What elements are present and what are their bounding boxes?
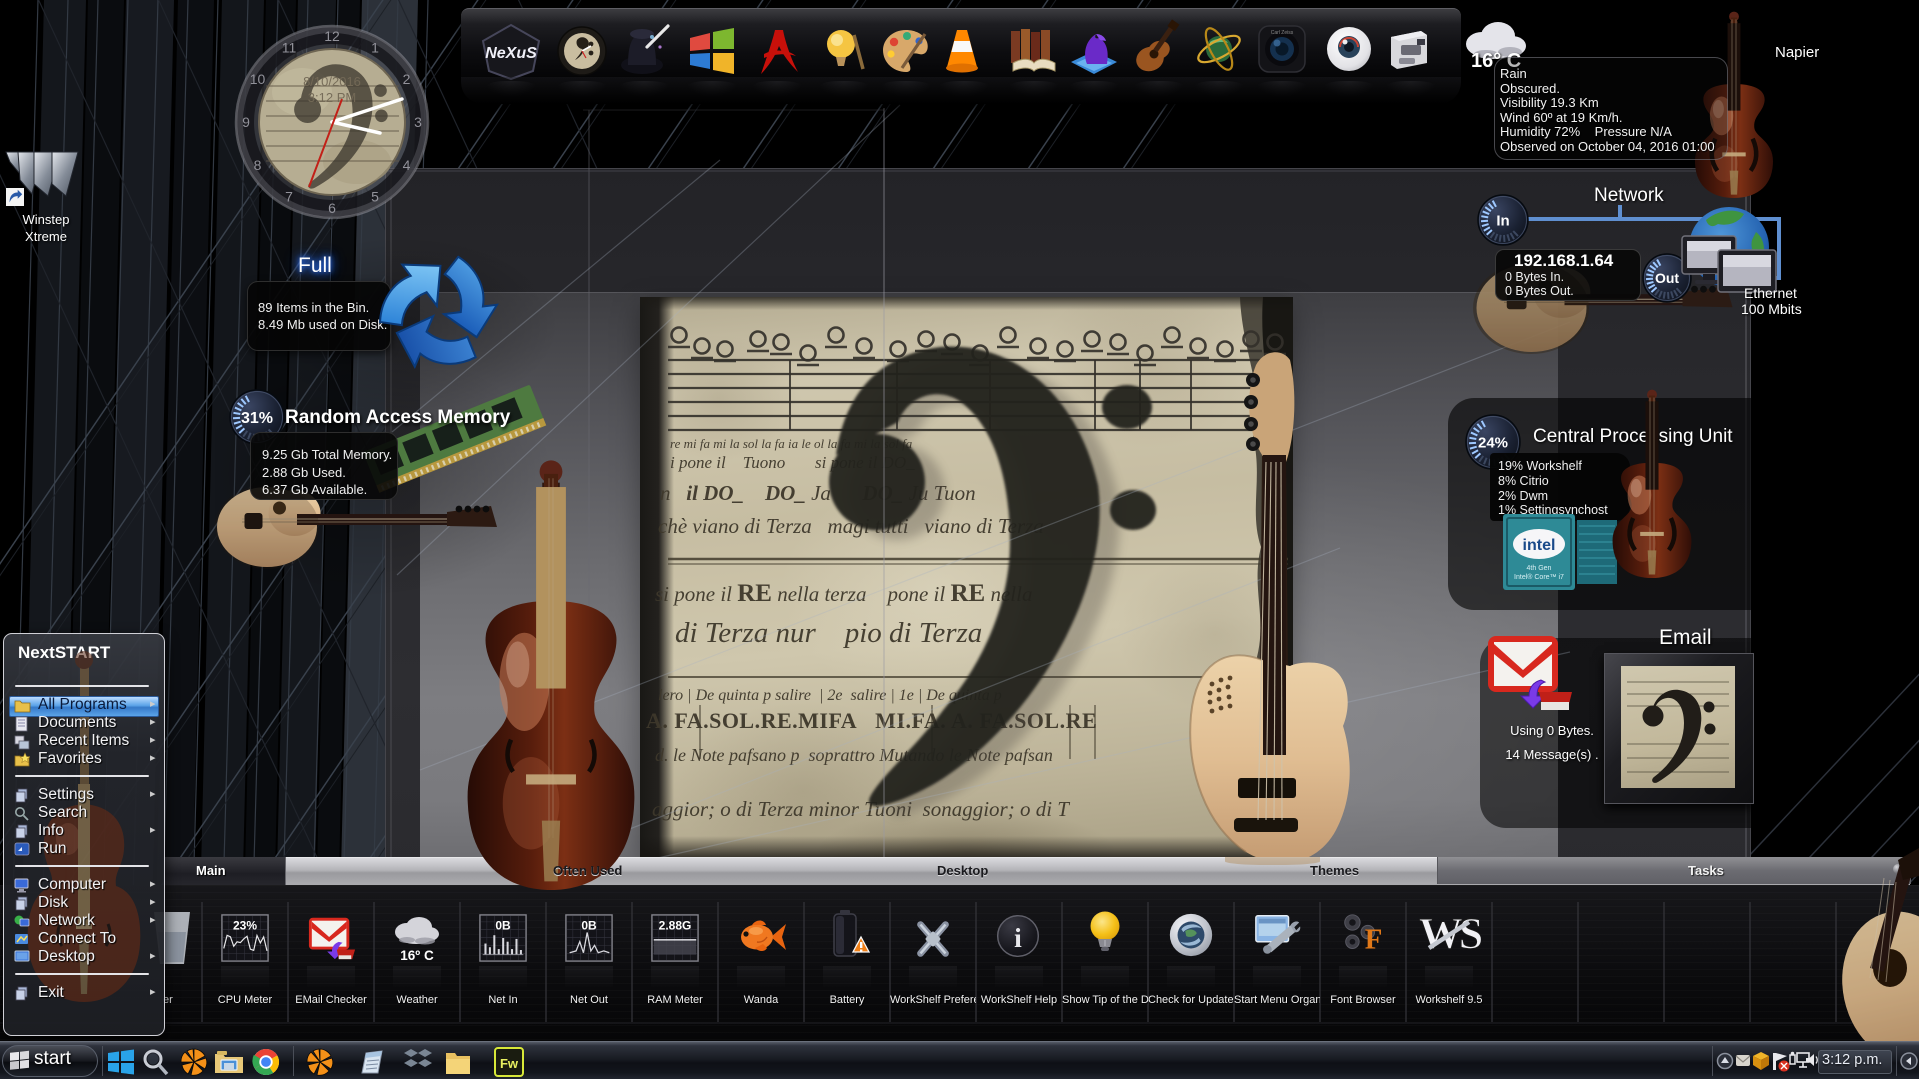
svg-text:2: 2 [403, 71, 411, 87]
svg-text:Carl Zeiss: Carl Zeiss [1271, 30, 1294, 36]
svg-text:12: 12 [324, 28, 340, 44]
svg-text:10: 10 [250, 71, 266, 87]
svg-text:31%: 31% [241, 410, 273, 427]
svg-text:i: i [1014, 922, 1022, 953]
svg-text:24%: 24% [1478, 434, 1508, 451]
svg-text:5: 5 [371, 189, 379, 205]
svg-text:1: 1 [371, 40, 379, 56]
svg-text:In: In [1496, 212, 1509, 229]
svg-text:4: 4 [403, 157, 411, 173]
svg-text:3: 3 [414, 114, 422, 130]
svg-text:NeXuS: NeXuS [485, 45, 537, 62]
svg-text:23%: 23% [233, 919, 257, 933]
svg-text:6: 6 [328, 200, 336, 216]
svg-text:Intel® Core™ i7: Intel® Core™ i7 [1514, 573, 1564, 581]
svg-text:16º C: 16º C [400, 948, 434, 963]
svg-text:0B: 0B [581, 919, 597, 933]
svg-text:7: 7 [285, 189, 293, 205]
svg-text:8: 8 [254, 157, 262, 173]
svg-text:9: 9 [242, 114, 250, 130]
svg-text:F: F [1365, 923, 1383, 955]
svg-text:0B: 0B [495, 919, 511, 933]
svg-text:intel: intel [1523, 537, 1556, 554]
svg-text:8/10/2016: 8/10/2016 [303, 74, 361, 89]
svg-text:11: 11 [282, 40, 297, 56]
svg-text:4th Gen: 4th Gen [1527, 565, 1552, 572]
svg-text:3:12 PM: 3:12 PM [308, 90, 356, 105]
svg-text:Fw: Fw [500, 1056, 519, 1071]
svg-text:2.88G: 2.88G [659, 919, 692, 933]
